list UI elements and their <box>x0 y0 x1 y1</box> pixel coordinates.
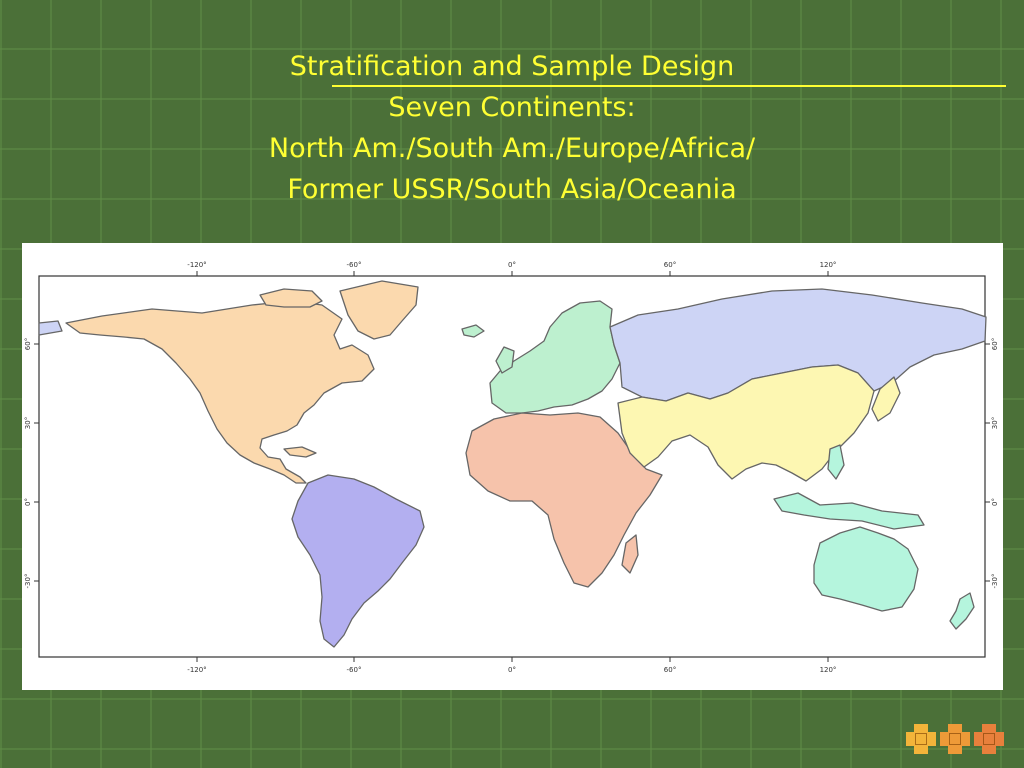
world-map: -120° -60° 0° 60° 120° -120° -60° 0° 60°… <box>24 261 999 674</box>
y-tick-right-4: -30° <box>991 574 999 589</box>
x-tick-bottom-3: 0° <box>508 666 516 674</box>
x-tick-top-4: 60° <box>664 261 676 269</box>
x-tick-top-1: -120° <box>187 261 206 269</box>
x-tick-top-2: -60° <box>347 261 362 269</box>
region-madagascar[interactable] <box>621 534 639 574</box>
world-map-card: -120° -60° 0° 60° 120° -120° -60° 0° 60°… <box>22 243 1003 690</box>
region-north-america[interactable] <box>65 300 375 484</box>
region-iceland[interactable] <box>461 324 485 338</box>
region-greenland[interactable] <box>339 280 419 340</box>
subtitle-line-3: Former USSR/South Asia/Oceania <box>287 174 737 205</box>
deco-cross-2 <box>940 724 970 754</box>
region-australia[interactable] <box>813 526 919 612</box>
subtitle-line-2: North Am./South Am./Europe/Africa/ <box>268 133 756 164</box>
subtitle-line-1: Seven Continents: <box>388 92 636 123</box>
title-underline <box>332 85 1006 87</box>
deco-cross-3 <box>974 724 1004 754</box>
x-tick-bottom-2: -60° <box>347 666 362 674</box>
y-tick-right-1: 60° <box>991 338 999 350</box>
y-tick-left-4: -30° <box>24 574 32 589</box>
region-south-america[interactable] <box>291 474 425 648</box>
y-tick-left-3: 0° <box>24 498 32 506</box>
x-tick-bottom-5: 120° <box>820 666 837 674</box>
x-tick-bottom-4: 60° <box>664 666 676 674</box>
slide-title-block: Stratification and Sample Design Seven C… <box>0 46 1024 210</box>
y-tick-left-2: 30° <box>24 417 32 429</box>
x-tick-top-5: 120° <box>820 261 837 269</box>
region-maritime-southeast-asia[interactable] <box>773 492 925 530</box>
y-tick-left-1: 60° <box>24 338 32 350</box>
region-arctic-islands[interactable] <box>259 288 323 308</box>
region-chukotka-west[interactable] <box>38 320 63 336</box>
x-tick-bottom-1: -120° <box>187 666 206 674</box>
slide-title: Stratification and Sample Design <box>289 51 735 82</box>
region-philippines[interactable] <box>827 444 845 480</box>
x-tick-top-3: 0° <box>508 261 516 269</box>
y-tick-right-2: 30° <box>991 417 999 429</box>
y-tick-right-3: 0° <box>991 498 999 506</box>
deco-cross-1 <box>906 724 936 754</box>
region-new-zealand[interactable] <box>949 592 975 630</box>
region-caribbean[interactable] <box>283 446 317 458</box>
